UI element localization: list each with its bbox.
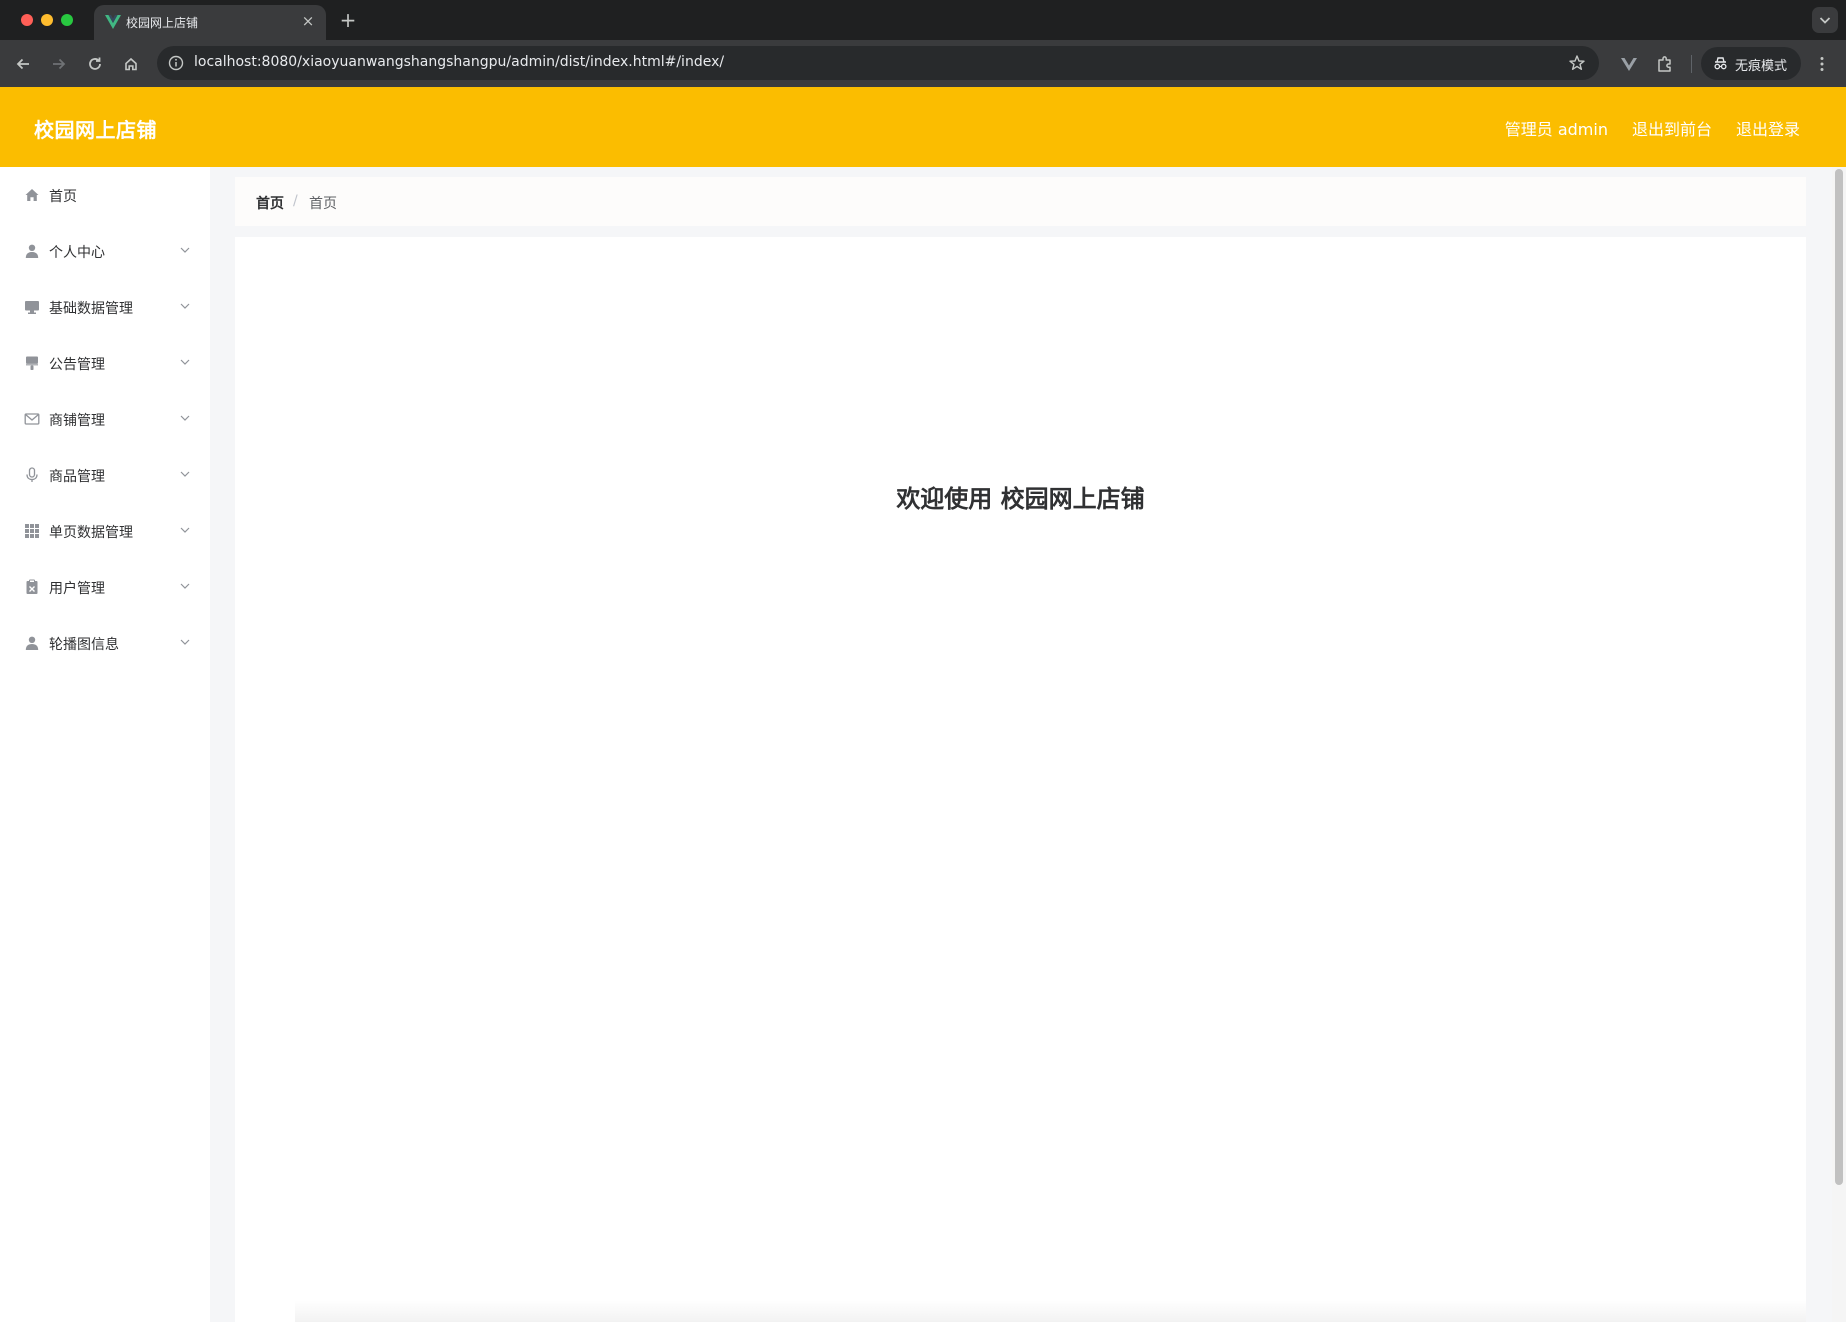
chevron-down-icon — [180, 415, 190, 421]
admin-user-label[interactable]: 管理员 admin — [1505, 116, 1608, 140]
brush-icon — [26, 356, 38, 370]
chevron-down-icon — [180, 359, 190, 365]
home-icon[interactable] — [118, 51, 144, 77]
sidebar-item-label: 商铺管理 — [49, 413, 105, 429]
sidebar-item-goods[interactable]: 商品管理 — [0, 447, 210, 503]
incognito-indicator[interactable]: 无痕模式 — [1701, 47, 1801, 80]
app-header: 校园网上店铺 管理员 admin 退出到前台 退出登录 — [0, 87, 1846, 167]
home-icon — [25, 189, 39, 201]
header-nav: 管理员 admin 退出到前台 退出登录 — [1505, 116, 1800, 140]
incognito-icon — [1714, 57, 1727, 70]
tab-search-button[interactable] — [1812, 7, 1838, 33]
sidebar-item-shop[interactable]: 商铺管理 — [0, 391, 210, 447]
maximize-window-button[interactable] — [61, 14, 73, 26]
breadcrumb-item-current: 首页 — [309, 196, 337, 212]
tab-close-icon[interactable]: × — [298, 11, 318, 31]
sidebar-menu: 首页 个人中心 基础数据管理 公告管理 商铺管理 商品管理 单页数据管理 用户管… — [0, 167, 210, 1322]
vue-devtools-extension-icon[interactable] — [1617, 52, 1641, 76]
address-bar[interactable]: localhost:8080/xiaoyuanwangshangshangpu/… — [157, 46, 1599, 80]
sidebar-item-personal-center[interactable]: 个人中心 — [0, 223, 210, 279]
user-icon — [25, 244, 39, 258]
sidebar-item-label: 首页 — [49, 189, 77, 205]
extensions-puzzle-icon[interactable] — [1653, 52, 1677, 76]
logout-link[interactable]: 退出登录 — [1736, 116, 1800, 140]
tab-title: 校园网上店铺 — [126, 16, 199, 30]
chevron-down-icon — [180, 639, 190, 645]
url-text[interactable]: localhost:8080/xiaoyuanwangshangshangpu/… — [194, 54, 724, 70]
chevron-down-icon — [180, 583, 190, 589]
sidebar-item-carousel[interactable]: 轮播图信息 — [0, 615, 210, 671]
browser-tab-bar: 校园网上店铺 × + — [0, 0, 1846, 40]
sidebar-item-label: 基础数据管理 — [49, 301, 133, 317]
bookmark-star-icon[interactable] — [1567, 53, 1587, 73]
clipboard-icon — [26, 579, 38, 594]
chevron-down-icon — [180, 527, 190, 533]
chevron-down-icon — [180, 303, 190, 309]
browser-toolbar: localhost:8080/xiaoyuanwangshangshangpu/… — [0, 40, 1846, 87]
forward-arrow-icon[interactable] — [46, 51, 72, 77]
new-tab-button[interactable]: + — [336, 8, 360, 32]
sidebar-item-basic-data[interactable]: 基础数据管理 — [0, 279, 210, 335]
breadcrumb-separator: / — [293, 193, 298, 209]
sidebar-item-announcement[interactable]: 公告管理 — [0, 335, 210, 391]
reload-icon[interactable] — [82, 51, 108, 77]
envelope-icon — [24, 413, 40, 425]
breadcrumb: 首页 / 首页 — [235, 177, 1806, 226]
sidebar-item-label: 用户管理 — [49, 581, 105, 597]
exit-to-frontend-link[interactable]: 退出到前台 — [1632, 116, 1712, 140]
sidebar-item-single-page[interactable]: 单页数据管理 — [0, 503, 210, 559]
site-info-icon[interactable] — [167, 54, 185, 72]
welcome-message: 欢迎使用 校园网上店铺 — [896, 485, 1145, 513]
browser-menu-icon[interactable] — [1810, 52, 1834, 76]
sidebar-item-label: 公告管理 — [49, 357, 105, 373]
chevron-down-icon — [1819, 17, 1831, 24]
microphone-icon — [26, 467, 38, 482]
main-content-card: 欢迎使用 校园网上店铺 — [235, 237, 1806, 1322]
scrollbar-thumb[interactable] — [1835, 169, 1843, 1185]
back-arrow-icon[interactable] — [10, 51, 36, 77]
vue-logo-icon — [105, 15, 121, 29]
breadcrumb-item-home[interactable]: 首页 — [256, 193, 284, 213]
page-scrollbar[interactable] — [1832, 167, 1846, 1322]
grid-icon — [25, 524, 39, 538]
incognito-label: 无痕模式 — [1735, 59, 1788, 74]
minimize-window-button[interactable] — [41, 14, 53, 26]
sidebar-item-label: 单页数据管理 — [49, 525, 133, 541]
app-brand-title: 校园网上店铺 — [34, 118, 157, 142]
chevron-down-icon — [180, 471, 190, 477]
user-icon — [25, 636, 39, 650]
card-bottom-shadow — [295, 1300, 1806, 1322]
sidebar-item-label: 个人中心 — [49, 245, 105, 261]
monitor-icon — [25, 301, 39, 314]
sidebar-item-home[interactable]: 首页 — [0, 167, 210, 223]
toolbar-divider — [1691, 55, 1692, 73]
sidebar-item-users[interactable]: 用户管理 — [0, 559, 210, 615]
browser-tab[interactable]: 校园网上店铺 × — [94, 5, 326, 40]
close-window-button[interactable] — [21, 14, 33, 26]
sidebar-item-label: 轮播图信息 — [49, 637, 119, 653]
sidebar-item-label: 商品管理 — [49, 469, 105, 485]
chevron-down-icon — [180, 247, 190, 253]
